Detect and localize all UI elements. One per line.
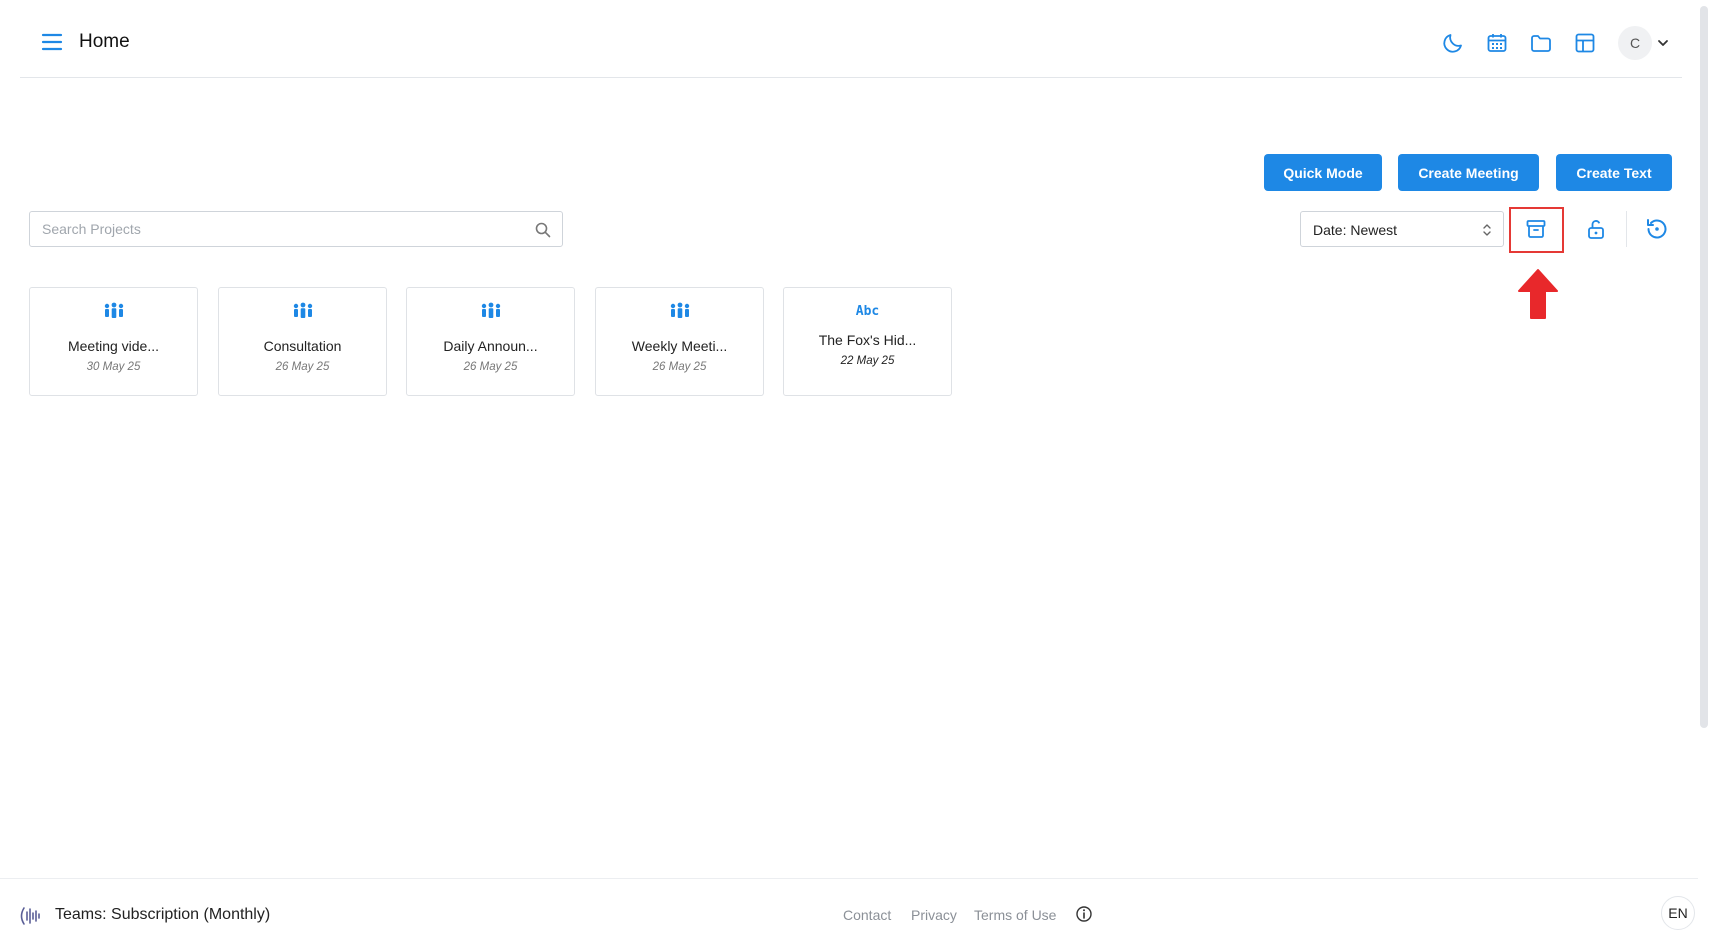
quick-mode-button[interactable]: Quick Mode <box>1264 154 1382 191</box>
project-date: 22 May 25 <box>840 355 895 367</box>
search-input[interactable] <box>30 212 562 246</box>
language-selector[interactable]: EN <box>1661 896 1695 930</box>
project-title: Consultation <box>263 338 342 354</box>
project-card[interactable]: Daily Announ... 26 May 25 <box>406 287 575 396</box>
project-title: The Fox's Hid... <box>818 332 917 348</box>
info-icon[interactable] <box>1075 905 1093 923</box>
search-icon[interactable] <box>534 221 552 239</box>
search-box <box>29 211 563 247</box>
project-date: 26 May 25 <box>652 361 707 373</box>
sort-select[interactable]: Date: Newest <box>1300 211 1504 247</box>
page-title: Home <box>79 31 130 52</box>
avatar[interactable]: C <box>1618 26 1652 60</box>
project-date: 26 May 25 <box>463 361 518 373</box>
project-date: 30 May 25 <box>86 361 141 373</box>
top-header: Home C <box>20 0 1682 78</box>
app-root: Home C Quick Mode Create Meeting Create … <box>0 0 1710 945</box>
create-meeting-button[interactable]: Create Meeting <box>1398 154 1539 191</box>
people-group-icon <box>219 302 386 322</box>
project-title: Meeting vide... <box>67 338 160 354</box>
privacy-link[interactable]: Privacy <box>911 907 957 923</box>
select-arrows-icon <box>1481 222 1493 238</box>
menu-icon[interactable] <box>39 28 67 56</box>
highlight-box <box>1509 207 1564 253</box>
logo-icon <box>17 903 43 929</box>
people-group-icon <box>596 302 763 322</box>
project-card[interactable]: Meeting vide... 30 May 25 <box>29 287 198 396</box>
people-group-icon <box>407 302 574 322</box>
project-title: Weekly Meeti... <box>631 338 728 354</box>
folder-icon[interactable] <box>1526 28 1556 58</box>
footer: Teams: Subscription (Monthly) Contact Pr… <box>0 878 1698 945</box>
scrollbar-thumb[interactable] <box>1700 6 1708 728</box>
project-card[interactable]: Abc The Fox's Hid... 22 May 25 <box>783 287 952 396</box>
project-date: 26 May 25 <box>275 361 330 373</box>
calendar-icon[interactable] <box>1482 28 1512 58</box>
moon-icon[interactable] <box>1438 28 1468 58</box>
layout-grid-icon[interactable] <box>1570 28 1600 58</box>
subscription-plan: Teams: Subscription (Monthly) <box>55 906 271 923</box>
terms-of-use-link[interactable]: Terms of Use <box>974 907 1056 923</box>
arrow-up-icon <box>1516 268 1560 320</box>
project-card[interactable]: Consultation 26 May 25 <box>218 287 387 396</box>
project-title: Daily Announ... <box>443 338 538 354</box>
contact-link[interactable]: Contact <box>843 907 891 923</box>
history-icon[interactable] <box>1641 213 1673 245</box>
toolbar-divider <box>1626 211 1627 247</box>
text-abc-icon: Abc <box>855 304 880 319</box>
create-text-button[interactable]: Create Text <box>1556 154 1672 191</box>
chevron-down-icon[interactable] <box>1656 36 1670 50</box>
project-card[interactable]: Weekly Meeti... 26 May 25 <box>595 287 764 396</box>
sort-selected-value: Date: Newest <box>1313 222 1398 238</box>
unlock-icon[interactable] <box>1580 213 1612 245</box>
people-group-icon <box>30 302 197 322</box>
